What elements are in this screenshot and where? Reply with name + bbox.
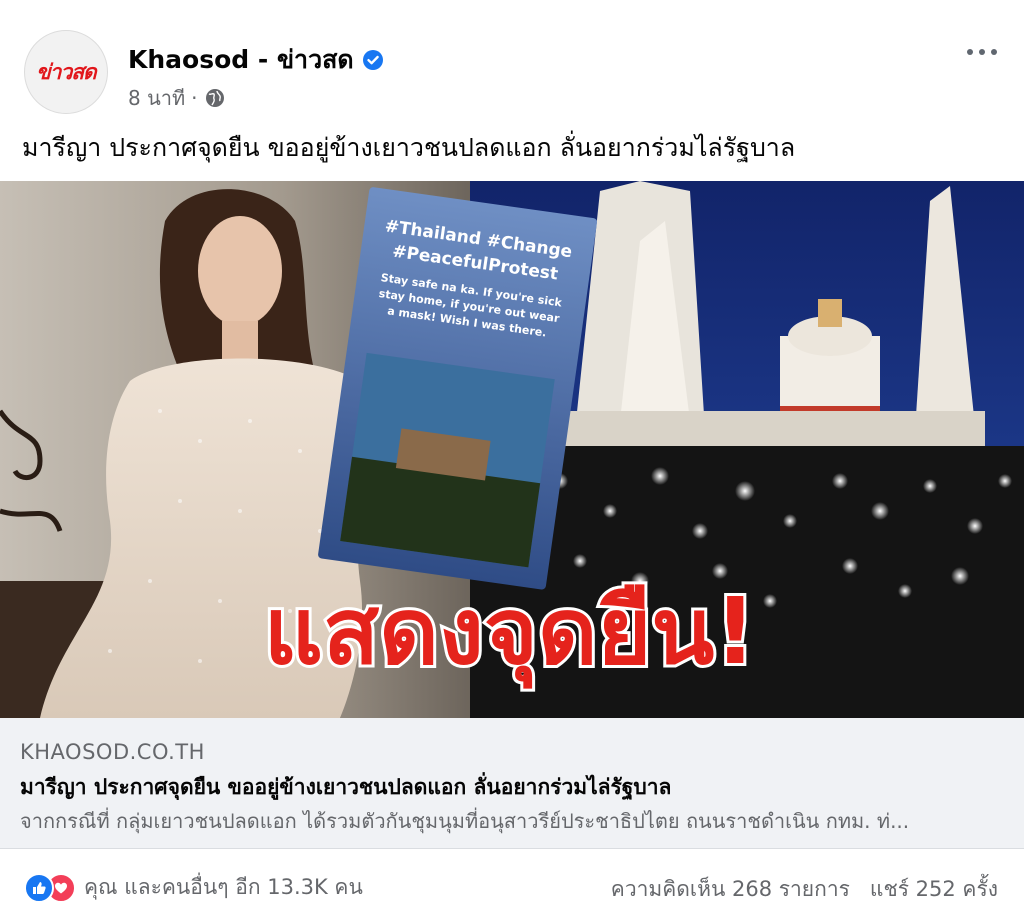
image-headline: แสดงจุดยืน! (264, 578, 757, 689)
link-description: จากกรณีที่ กลุ่มเยาวชนปลดแอก ได้รวมตัวกั… (20, 809, 910, 833)
like-reaction-icon (24, 872, 54, 903)
avatar-logo-text: ข่าวสด (36, 59, 96, 84)
globe-icon[interactable] (204, 87, 226, 109)
woman-face (198, 216, 282, 326)
page-avatar[interactable]: ข่าวสด (24, 30, 108, 114)
link-title[interactable]: มารีญา ประกาศจุดยืน ขออยู่ข้างเยาวชนปลดแ… (20, 771, 671, 804)
engagement-stats: ความคิดเห็น 268 รายการ แชร์ 252 ครั้ง (611, 873, 998, 906)
hero-illustration: #Thailand #Change #PeacefulProtest Stay … (0, 181, 1024, 718)
post-caption: มารีญา ประกาศจุดยืน ขออยู่ข้างเยาวชนปลดแ… (22, 133, 796, 162)
link-preview-box[interactable]: KHAOSOD.CO.TH มารีญา ประกาศจุดยืน ขออยู่… (0, 718, 1024, 849)
more-options-icon[interactable] (962, 40, 1002, 64)
post-timestamp[interactable]: 8 นาที (128, 82, 185, 114)
post-meta: 8 นาที · (128, 82, 226, 114)
page-name-row: Khaosod - ข่าวสด (128, 40, 384, 80)
comments-count[interactable]: ความคิดเห็น 268 รายการ (611, 873, 850, 906)
meta-separator: · (191, 86, 198, 110)
post-footer: คุณ และคนอื่นๆ อีก 13.3K คน ความคิดเห็น … (0, 849, 1024, 921)
reactions-summary[interactable]: คุณ และคนอื่นๆ อีก 13.3K คน (24, 871, 363, 904)
reactions-count: คุณ และคนอื่นๆ อีก 13.3K คน (84, 875, 363, 899)
verified-badge-icon (362, 50, 383, 70)
link-preview-image[interactable]: #Thailand #Change #PeacefulProtest Stay … (0, 181, 1024, 718)
post-header: ข่าวสด Khaosod - ข่าวสด 8 นาที · (0, 0, 1024, 125)
link-domain: KHAOSOD.CO.TH (20, 740, 205, 764)
page-name[interactable]: Khaosod - ข่าวสด (128, 40, 354, 80)
shares-count[interactable]: แชร์ 252 ครั้ง (870, 873, 998, 906)
